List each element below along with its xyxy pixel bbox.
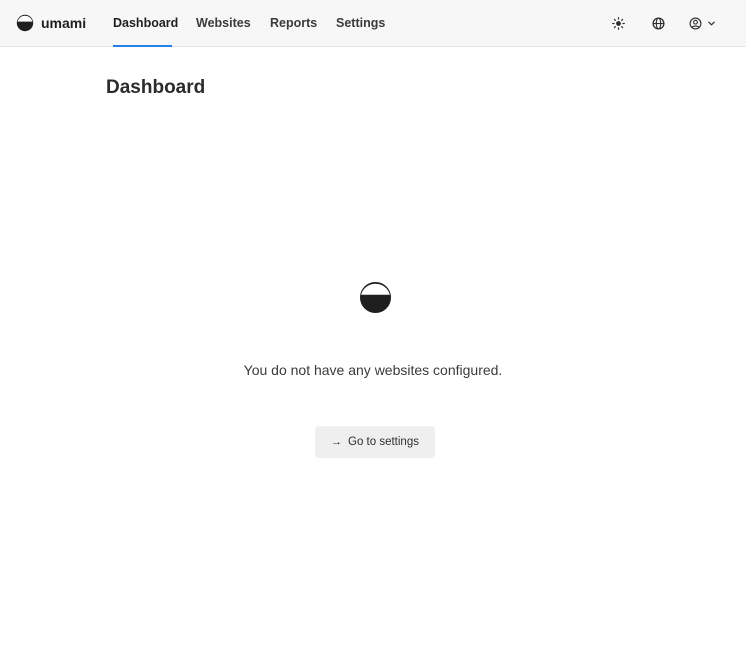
theme-toggle-button[interactable] (610, 15, 626, 31)
app-logo[interactable]: umami (16, 14, 86, 32)
active-tab-indicator (113, 45, 172, 47)
nav-link-websites[interactable]: Websites (196, 16, 251, 30)
go-to-settings-button[interactable]: → Go to settings (315, 426, 435, 458)
user-menu-button[interactable] (689, 15, 721, 31)
top-navigation-bar: umami Dashboard Websites Reports Setting… (0, 0, 746, 47)
globe-icon (651, 16, 665, 30)
language-button[interactable] (650, 15, 666, 31)
nav-link-reports[interactable]: Reports (270, 16, 317, 30)
nav-link-dashboard[interactable]: Dashboard (113, 16, 178, 30)
page-title: Dashboard (106, 77, 206, 98)
sun-icon (611, 16, 625, 30)
user-icon (689, 17, 702, 29)
nav-link-settings[interactable]: Settings (336, 16, 385, 30)
go-to-settings-label: Go to settings (348, 436, 419, 448)
arrow-right-icon: → (331, 436, 343, 448)
umami-logo-icon (359, 281, 392, 314)
umami-logo-icon (16, 14, 34, 32)
app-name: umami (41, 15, 87, 31)
chevron-down-icon (708, 21, 715, 25)
empty-state-message: You do not have any websites configured. (243, 362, 503, 378)
